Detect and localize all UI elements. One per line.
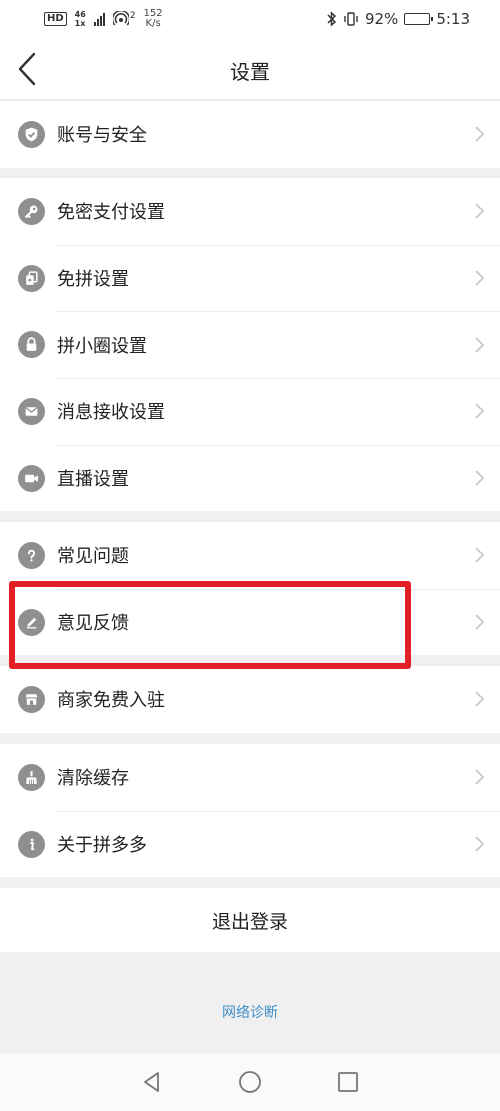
chevron-right-icon <box>475 203 485 219</box>
network-diagnosis-link[interactable]: 网络诊断 <box>0 1002 500 1022</box>
signal-icon <box>93 12 105 26</box>
network-type-top: 46 <box>74 10 86 19</box>
clock: 5:13 <box>436 10 470 28</box>
network-type-bottom: 1x <box>74 19 86 28</box>
row-label: 拼小圈设置 <box>57 335 147 357</box>
cards-icon <box>18 264 45 292</box>
net-speed-unit: K/s <box>145 18 161 29</box>
net-speed: 152 K/s <box>144 9 163 29</box>
row-group-free-settings[interactable]: 免拼设置 <box>0 244 500 312</box>
row-password-free-payment[interactable]: 免密支付设置 <box>0 178 500 245</box>
bluetooth-icon <box>327 11 337 27</box>
home-circle-icon[interactable] <box>236 1068 264 1096</box>
video-camera-icon <box>18 464 45 492</box>
battery-icon <box>404 13 434 25</box>
chevron-right-icon <box>475 126 485 142</box>
settings-group-app: 清除缓存 关于拼多多 <box>0 744 500 878</box>
settings-group-merchant: 商家免费入驻 <box>0 666 500 733</box>
hotspot-count: 2 <box>129 11 136 21</box>
row-circle-settings[interactable]: 拼小圈设置 <box>0 311 500 378</box>
row-clear-cache[interactable]: 清除缓存 <box>0 744 500 811</box>
info-icon <box>18 830 45 858</box>
status-bar: HD 46 1x 2 152 K/s 92% 5:13 <box>0 0 500 38</box>
row-about[interactable]: 关于拼多多 <box>0 810 500 878</box>
chevron-right-icon <box>475 337 485 353</box>
logout-button[interactable]: 退出登录 <box>0 888 500 952</box>
row-label: 商家免费入驻 <box>57 690 165 712</box>
shield-check-icon <box>18 120 45 148</box>
row-label: 账号与安全 <box>57 125 147 147</box>
page-title: 设置 <box>230 60 270 84</box>
chevron-right-icon <box>475 614 485 630</box>
row-label: 清除缓存 <box>57 768 129 790</box>
row-faq[interactable]: 常见问题 <box>0 522 500 589</box>
vibrate-icon <box>344 12 358 26</box>
mail-icon <box>18 397 45 425</box>
row-label: 消息接收设置 <box>57 402 165 424</box>
chevron-right-icon <box>475 691 485 707</box>
system-nav-bar <box>0 1053 500 1111</box>
battery-percent: 92% <box>364 10 399 28</box>
recents-square-icon[interactable] <box>334 1068 362 1096</box>
hotspot-icon: 2 <box>112 11 136 27</box>
question-icon <box>18 541 45 569</box>
row-merchant-join[interactable]: 商家免费入驻 <box>0 666 500 733</box>
chevron-right-icon <box>475 270 485 286</box>
broom-icon <box>18 763 45 791</box>
row-label: 常见问题 <box>57 546 129 568</box>
hd-badge: HD <box>44 12 67 26</box>
row-message-settings[interactable]: 消息接收设置 <box>0 378 500 445</box>
key-icon <box>18 197 45 225</box>
chevron-right-icon <box>475 470 485 486</box>
row-label: 免密支付设置 <box>57 202 165 224</box>
lock-icon <box>18 331 45 359</box>
chevron-right-icon <box>475 769 485 785</box>
pencil-icon <box>18 608 45 636</box>
back-triangle-icon[interactable] <box>138 1068 166 1096</box>
store-icon <box>18 685 45 713</box>
row-label: 意见反馈 <box>57 613 129 635</box>
chevron-right-icon <box>475 403 485 419</box>
settings-group-preferences: 免密支付设置 免拼设置 拼小圈设置 消息接收设置 直播设置 <box>0 178 500 512</box>
row-label: 直播设置 <box>57 469 129 491</box>
status-left: HD 46 1x 2 152 K/s <box>44 9 163 29</box>
settings-group-account: 账号与安全 <box>0 101 500 168</box>
row-label: 关于拼多多 <box>57 835 147 857</box>
row-label: 免拼设置 <box>57 269 129 291</box>
status-right: 92% 5:13 <box>327 10 470 28</box>
chevron-right-icon <box>475 547 485 563</box>
row-feedback[interactable]: 意见反馈 <box>0 588 500 656</box>
network-type: 46 1x <box>75 10 86 28</box>
chevron-right-icon <box>475 836 485 852</box>
settings-group-help: 常见问题 意见反馈 <box>0 522 500 656</box>
nav-bar: 设置 <box>0 38 500 100</box>
row-account-security[interactable]: 账号与安全 <box>0 101 500 168</box>
row-live-settings[interactable]: 直播设置 <box>0 444 500 512</box>
